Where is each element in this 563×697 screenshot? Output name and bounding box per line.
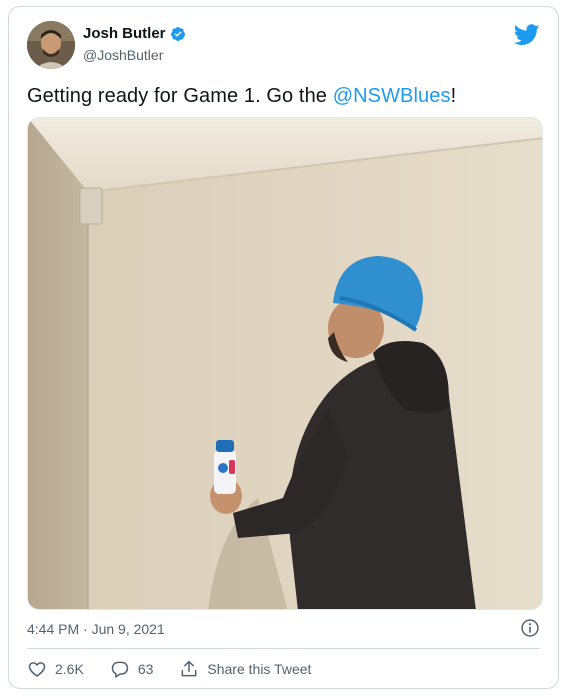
reply-bubble-icon <box>111 661 129 678</box>
divider <box>27 648 540 649</box>
share-label: Share this Tweet <box>207 661 312 677</box>
verified-badge-icon <box>170 26 185 41</box>
mention-link[interactable]: @NSWBlues <box>333 85 451 107</box>
author-handle[interactable]: @JoshButler <box>83 47 163 63</box>
author-display-name[interactable]: Josh Butler <box>83 25 166 42</box>
reply-count: 63 <box>137 661 154 677</box>
share-icon <box>181 660 197 677</box>
photo-man-facing-wall <box>28 118 542 609</box>
tweet-text-after: ! <box>450 85 457 107</box>
twitter-bird-icon[interactable] <box>514 24 540 46</box>
tweet-card: Josh Butler @JoshButler Getting ready fo… <box>8 6 559 689</box>
info-icon[interactable] <box>520 618 540 638</box>
reply-button[interactable]: 63 <box>110 659 154 679</box>
tweet-text: Getting ready for Game 1. Go the @NSWBlu… <box>27 85 456 108</box>
tweet-timestamp[interactable]: 4:44 PM · Jun 9, 2021 <box>27 621 165 637</box>
share-button[interactable]: Share this Tweet <box>179 659 311 679</box>
tweet-text-before: Getting ready for Game 1. Go the <box>27 85 333 107</box>
avatar[interactable] <box>27 21 75 69</box>
tweet-photo[interactable] <box>27 117 543 610</box>
tweet-actions: 2.6K 63 Share this Tweet <box>27 657 337 681</box>
heart-icon <box>28 662 46 677</box>
author-name-row[interactable]: Josh Butler <box>83 25 186 42</box>
avatar-image <box>27 21 75 69</box>
like-count: 2.6K <box>55 661 84 677</box>
like-button[interactable]: 2.6K <box>27 659 84 679</box>
